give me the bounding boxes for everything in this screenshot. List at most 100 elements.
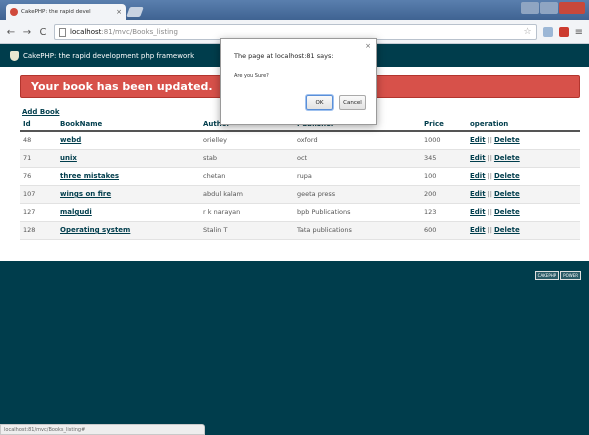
header-id: Id — [20, 117, 57, 132]
status-bar: localhost:81/mvc/Books_listing# — [0, 424, 205, 435]
url-path: :81/mvc/Books_listing — [101, 28, 178, 36]
cell-author: Stalin T — [200, 221, 294, 240]
dialog-buttons: OK Cancel — [306, 95, 366, 110]
page-footer: CAKEPHP POWER — [0, 261, 589, 435]
cell-publisher: oct — [294, 149, 421, 168]
cell-author: chetan — [200, 167, 294, 186]
cancel-button[interactable]: Cancel — [339, 95, 366, 110]
window-close-button[interactable] — [559, 2, 585, 14]
operation-separator: || — [487, 136, 492, 145]
operation-separator: || — [487, 172, 492, 180]
table-row: 71 unix stab oct 345 Edit || Delete — [20, 149, 580, 168]
cell-bookname: malgudi — [57, 203, 200, 222]
table-row: 128 Operating system Stalin T Tata publi… — [20, 221, 580, 240]
cell-publisher: geeta press — [294, 185, 421, 204]
table-row: 127 malgudi r k narayan bpb Publications… — [20, 203, 580, 222]
cell-publisher: oxford — [294, 131, 421, 150]
cell-author: r k narayan — [200, 203, 294, 222]
cell-bookname: webd — [57, 131, 200, 150]
ok-button[interactable]: OK — [306, 95, 333, 110]
cell-author: orielley — [200, 131, 294, 150]
confirm-dialog: × The page at localhost:81 says: Are you… — [220, 38, 377, 125]
cakephp-favicon-icon — [10, 8, 18, 16]
cell-operation: Edit || Delete — [467, 203, 580, 222]
header-bookname: BookName — [57, 117, 200, 132]
bookmark-star-icon[interactable]: ☆ — [524, 27, 532, 37]
cell-operation: Edit || Delete — [467, 131, 580, 150]
edit-link[interactable]: Edit — [470, 172, 486, 180]
add-book-link[interactable]: Add Book — [22, 108, 60, 116]
dialog-close-icon[interactable]: × — [365, 42, 371, 50]
table-row: 107 wings on fire abdul kalam geeta pres… — [20, 185, 580, 204]
table-row: 48 webd orielley oxford 1000 Edit || Delet… — [20, 131, 580, 150]
book-name-link[interactable]: three mistakes — [60, 172, 119, 180]
delete-link[interactable]: Delete — [494, 208, 520, 216]
header-operation: operation — [467, 117, 580, 132]
delete-link[interactable]: Delete — [494, 226, 520, 234]
cell-publisher: Tata publications — [294, 221, 421, 240]
book-name-link[interactable]: wings on fire — [60, 190, 111, 198]
cell-id: 128 — [20, 221, 57, 240]
cell-bookname: three mistakes — [57, 167, 200, 186]
menu-icon[interactable]: ≡ — [575, 27, 583, 38]
delete-link[interactable]: Delete — [494, 172, 520, 180]
cell-bookname: Operating system — [57, 221, 200, 240]
cell-price: 345 — [421, 149, 467, 168]
book-name-link[interactable]: webd — [60, 136, 81, 144]
reload-icon[interactable]: C — [38, 27, 48, 38]
page-icon — [59, 27, 66, 37]
cell-id: 127 — [20, 203, 57, 222]
window-controls — [521, 2, 585, 14]
cell-publisher: bpb Publications — [294, 203, 421, 222]
browser-titlebar: CakePHP: the rapid devel × — [0, 0, 589, 20]
header-title-link[interactable]: CakePHP: the rapid development php frame… — [23, 52, 194, 60]
operation-separator: || — [487, 190, 492, 198]
edit-link[interactable]: Edit — [470, 136, 486, 144]
back-arrow-icon[interactable]: ← — [6, 27, 16, 38]
cell-operation: Edit || Delete — [467, 185, 580, 204]
extension-icon[interactable] — [542, 27, 553, 37]
new-tab-button[interactable] — [126, 7, 144, 17]
edit-link[interactable]: Edit — [470, 190, 486, 198]
flash-message-text: Your book has been updated. — [31, 80, 213, 93]
book-name-link[interactable]: Operating system — [60, 226, 130, 234]
cell-bookname: unix — [57, 149, 200, 168]
cakephp-logo-icon — [10, 50, 19, 61]
cell-author: abdul kalam — [200, 185, 294, 204]
cell-price: 1000 — [421, 131, 467, 150]
cell-operation: Edit || Delete — [467, 149, 580, 168]
dialog-message: Are you Sure? — [234, 73, 269, 79]
browser-tab[interactable]: CakePHP: the rapid devel × — [6, 4, 126, 20]
cell-publisher: rupa — [294, 167, 421, 186]
cell-price: 123 — [421, 203, 467, 222]
book-name-link[interactable]: malgudi — [60, 208, 92, 216]
cell-price: 100 — [421, 167, 467, 186]
edit-link[interactable]: Edit — [470, 208, 486, 216]
cell-price: 200 — [421, 185, 467, 204]
cell-id: 71 — [20, 149, 57, 168]
maximize-button[interactable] — [540, 2, 558, 14]
cell-author: stab — [200, 149, 294, 168]
edit-link[interactable]: Edit — [470, 226, 486, 234]
delete-link[interactable]: Delete — [494, 190, 520, 198]
operation-separator: || — [487, 226, 492, 234]
delete-link[interactable]: Delete — [494, 154, 520, 162]
operation-separator: || — [487, 208, 492, 216]
badge-right-text: POWER — [560, 271, 581, 280]
forward-arrow-icon[interactable]: → — [22, 27, 32, 38]
url-text[interactable]: localhost:81/mvc/Books_listing — [70, 28, 520, 36]
cell-price: 600 — [421, 221, 467, 240]
tab-close-icon[interactable]: × — [116, 8, 122, 16]
cakephp-power-badge[interactable]: CAKEPHP POWER — [534, 271, 581, 280]
delete-link[interactable]: Delete — [494, 136, 520, 144]
cell-operation: Edit || Delete — [467, 221, 580, 240]
books-table: Id BookName Author Publisher Price opera… — [20, 117, 580, 240]
url-host: localhost — [70, 28, 102, 36]
minimize-button[interactable] — [521, 2, 539, 14]
cell-bookname: wings on fire — [57, 185, 200, 204]
dialog-title: The page at localhost:81 says: — [234, 52, 334, 60]
edit-link[interactable]: Edit — [470, 154, 486, 162]
extension-red-icon[interactable] — [558, 27, 569, 37]
book-name-link[interactable]: unix — [60, 154, 77, 162]
badge-left-text: CAKEPHP — [534, 271, 560, 280]
